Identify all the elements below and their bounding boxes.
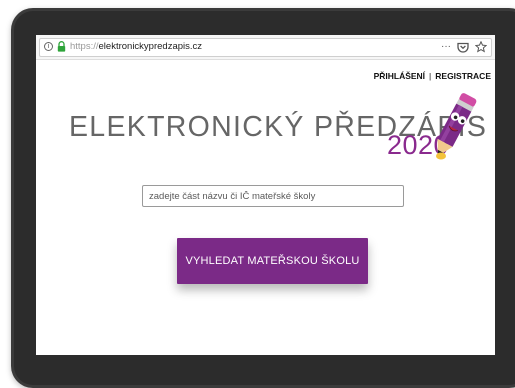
info-icon[interactable]: i (44, 42, 53, 51)
more-actions-button[interactable]: ··· (441, 41, 451, 53)
search-kindergarten-button[interactable]: VYHLEDAT MATEŘSKOU ŠKOLU (177, 238, 368, 284)
url-protocol: https:// (70, 41, 99, 52)
login-link[interactable]: PŘIHLÁŠENÍ (374, 71, 425, 81)
account-links: PŘIHLÁŠENÍ | REGISTRACE (374, 71, 491, 81)
browser-toolbar: i https://elektronickypredzapis.cz ··· (36, 35, 495, 60)
link-separator: | (429, 71, 432, 81)
star-icon[interactable] (475, 41, 487, 53)
pocket-icon[interactable] (457, 42, 469, 53)
address-bar-actions: ··· (441, 41, 487, 53)
lock-icon (57, 41, 66, 52)
url-host: elektronickypredzapis.cz (98, 41, 203, 52)
register-link[interactable]: REGISTRACE (435, 71, 491, 81)
pencil-mascot-icon (436, 93, 477, 160)
browser-screen: i https://elektronickypredzapis.cz ··· P… (36, 35, 495, 355)
kindergarten-search-input[interactable] (142, 185, 404, 207)
url-text: https://elektronickypredzapis.cz (70, 41, 202, 52)
address-bar[interactable]: i https://elektronickypredzapis.cz ··· (39, 38, 492, 57)
